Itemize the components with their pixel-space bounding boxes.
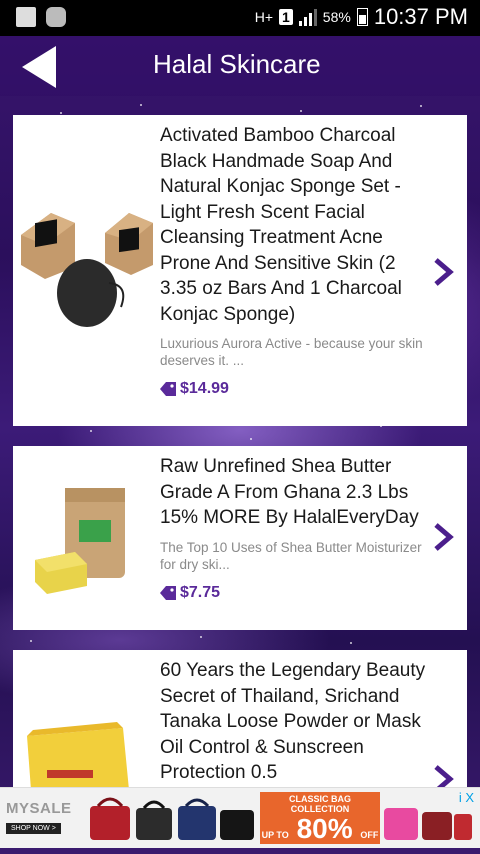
signal-icon (298, 8, 317, 26)
back-arrow-icon[interactable] (22, 46, 56, 88)
product-title[interactable]: 60 Years the Legendary Beauty Secret of … (160, 658, 435, 786)
ad-brand-name: MYSALE (6, 800, 72, 817)
product-card[interactable]: Raw Unrefined Shea Butter Grade A From G… (13, 446, 467, 630)
clock: 10:37 PM (373, 4, 468, 29)
sim-slot-icon: 1 (279, 9, 293, 25)
gallery-notification-icon (16, 7, 36, 27)
battery-icon (356, 8, 368, 26)
ad-handbags-image (90, 797, 254, 840)
product-description: Luxurious Aurora Active - because your s… (160, 336, 423, 368)
ad-off: OFF (360, 830, 379, 840)
ad-info-icon[interactable]: i (459, 790, 462, 805)
product-image-tanaka-powder (13, 650, 160, 790)
ad-choices-icon[interactable]: i X (459, 790, 474, 805)
product-title[interactable]: Raw Unrefined Shea Butter Grade A From G… (160, 454, 435, 531)
price-tag-icon (160, 585, 176, 600)
chevron-right-icon[interactable] (431, 257, 455, 287)
chevron-right-icon[interactable] (431, 522, 455, 552)
price-tag-icon (160, 382, 176, 396)
page-title: Halal Skincare (153, 49, 321, 79)
network-type-label: H+ (254, 9, 273, 25)
battery-percent: 58% (322, 9, 351, 25)
shield-notification-icon (46, 7, 66, 27)
product-card[interactable]: Activated Bamboo Charcoal Black Handmade… (13, 115, 467, 426)
app-bar: Halal Skincare (0, 36, 480, 96)
ad-brand-logo: MYSALE SHOP NOW > (6, 800, 82, 835)
ad-upto: UP TO (261, 830, 289, 840)
ad-shop-now-button[interactable]: SHOP NOW > (6, 823, 61, 834)
ad-sale-box: CLASSIC BAG COLLECTION UP TO 80% OFF (260, 792, 380, 844)
product-image-charcoal-soap (13, 115, 160, 426)
product-description: The Top 10 Uses of Shea Butter Moisturiz… (160, 539, 422, 572)
status-bar: H+ 1 58% 10:37 PM (0, 0, 480, 36)
ad-headline: CLASSIC BAG COLLECTION (288, 794, 351, 814)
product-price: $14.99 (180, 380, 229, 397)
product-price: $7.75 (180, 583, 221, 601)
product-title[interactable]: Activated Bamboo Charcoal Black Handmade… (160, 123, 435, 327)
product-card[interactable]: 60 Years the Legendary Beauty Secret of … (13, 650, 467, 793)
ad-close-icon[interactable]: X (465, 790, 474, 805)
product-image-shea-butter (13, 446, 160, 630)
ad-banner[interactable]: MYSALE SHOP NOW > CLASSIC BAG COLLECTION… (0, 787, 480, 848)
ad-percent: 80% (296, 813, 353, 844)
